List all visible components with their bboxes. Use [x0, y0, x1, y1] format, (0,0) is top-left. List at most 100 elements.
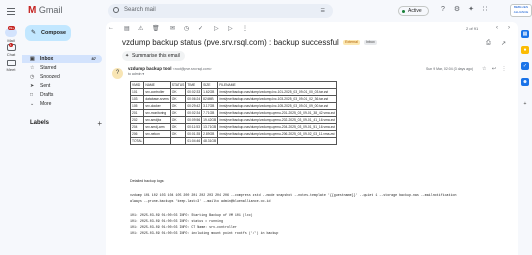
search-icon[interactable]	[113, 7, 119, 13]
table-cell: /mnt/pve/backup-nas/dump/vzdump-qemu-202…	[217, 116, 337, 124]
add-label-icon[interactable]: +	[97, 119, 102, 128]
log-line: 101: 2025-03-09 01:00:03 INFO: Starting …	[130, 213, 253, 217]
pager-text: 2 of 91	[466, 26, 479, 31]
contacts-icon[interactable]: ☻	[521, 78, 529, 86]
gmail-m-icon: M	[28, 5, 37, 16]
print-icon[interactable]: ⎙	[486, 40, 491, 47]
column-header: FILENAME	[217, 81, 337, 89]
inbox-count: 87	[91, 56, 96, 61]
compose-button[interactable]: ✎ Compose	[25, 25, 71, 41]
table-cell: 00:02:33	[185, 88, 203, 96]
snooze-icon[interactable]: ◷	[184, 25, 189, 32]
rail-meet[interactable]: Meet	[0, 60, 22, 72]
table-cell	[217, 137, 337, 145]
rail-chat[interactable]: 1 Chat	[0, 43, 22, 57]
older-chevron-icon[interactable]: ›	[508, 25, 510, 31]
table-cell: 19.42GB	[201, 116, 219, 124]
table-cell: OK	[169, 88, 187, 96]
reply-icon[interactable]: ↩	[492, 66, 498, 72]
rail-mail[interactable]: 99+ Mail	[0, 26, 22, 43]
nav-item-label: Inbox	[40, 56, 54, 62]
table-cell: srv-controller	[143, 88, 171, 96]
send-icon: ➤	[30, 83, 35, 89]
get-addons-icon[interactable]: +	[521, 100, 529, 108]
log-line-text: always --prune-backups 'keep-last=3' --m…	[130, 199, 271, 203]
search-options-icon[interactable]: ☰	[321, 8, 325, 14]
nav-item-label: Drafts	[40, 92, 54, 98]
inbox-label-tag[interactable]: Inbox	[364, 40, 377, 46]
table-cell: 00:29:42	[185, 102, 203, 110]
table-cell: OK	[169, 130, 187, 138]
search-input[interactable]: Search mail	[124, 7, 156, 13]
gmail-logo[interactable]: M Gmail	[28, 5, 62, 16]
apps-grid-icon[interactable]: ∷	[481, 6, 489, 14]
table-cell: 103	[129, 95, 145, 103]
add-task-icon[interactable]: ✓	[198, 25, 203, 32]
nav-item-more[interactable]: ⌄ More	[22, 100, 102, 108]
table-cell: 105	[129, 102, 145, 110]
status-dropdown[interactable]: Active	[398, 6, 429, 16]
column-header: TIME	[185, 81, 203, 89]
table-cell: /mnt/pve/backup-nas/dump/vzdump-lxc-101-…	[217, 88, 337, 96]
mark-unread-icon[interactable]: ✉	[170, 25, 175, 32]
table-cell	[143, 137, 171, 145]
move-to-icon[interactable]: ▷	[214, 25, 219, 32]
table-cell: 00:06:24	[185, 95, 203, 103]
nav-item-label: More	[40, 101, 52, 107]
label-icon[interactable]: ▷	[228, 25, 233, 32]
main-menu-button[interactable]	[7, 8, 15, 17]
nav-item-drafts[interactable]: □ Drafts	[22, 91, 102, 99]
rail-chat-label: Chat	[6, 52, 16, 57]
table-row: 103 database-srvms OK 00:06:24 824MB/mnt/pve…	[129, 95, 337, 103]
help-icon[interactable]: ?	[439, 6, 447, 14]
more-vertical-icon[interactable]: ⋮	[501, 66, 508, 72]
nav-item-label: Starred	[40, 65, 57, 71]
sender-name[interactable]: vzdump backup tool	[128, 66, 172, 71]
table-cell: 101	[129, 88, 145, 96]
open-new-window-icon[interactable]: ↗	[501, 40, 506, 47]
summarise-button[interactable]: Summarise this email	[122, 51, 185, 61]
tasks-icon[interactable]: ✓	[521, 62, 529, 70]
table-cell: /mnt/pve/backup-nas/dump/vzdump-qemu-201…	[217, 109, 337, 117]
log-line: always --prune-backups 'keep-last=3' --m…	[130, 199, 270, 203]
draft-icon: □	[30, 92, 34, 98]
table-cell: OK	[169, 95, 187, 103]
external-tag: External	[343, 40, 360, 46]
recipient-details-toggle[interactable]: to admin ▾	[128, 72, 144, 76]
table-cell: 1.62GB	[201, 88, 219, 96]
more-vertical-icon[interactable]: ⋮	[242, 25, 248, 32]
table-cell: /mnt/pve/backup-nas/dump/vzdump-lxc-103-…	[217, 95, 337, 103]
compose-label: Compose	[41, 30, 67, 36]
star-icon[interactable]: ☆	[482, 66, 488, 72]
keep-icon[interactable]: ●	[521, 46, 529, 54]
nav-item-inbox[interactable]: ▣ Inbox 87	[22, 55, 102, 63]
table-header-row: VMID NAME STATUS TIME SIZE FILENAME	[129, 81, 337, 89]
nav-item-snoozed[interactable]: ◷ Snoozed	[22, 73, 102, 81]
archive-icon[interactable]: ▤	[124, 25, 130, 32]
table-cell: 01:04:46	[185, 137, 203, 145]
log-line: 101: 2025-03-09 01:00:03 INFO: status = …	[130, 219, 223, 223]
backup-status-table: VMID NAME STATUS TIME SIZE FILENAME 101 s…	[129, 81, 337, 145]
back-arrow-icon[interactable]: ←	[108, 25, 114, 31]
settings-gear-icon[interactable]: ⚙	[453, 6, 461, 14]
column-header: NAME	[143, 81, 171, 89]
video-icon	[6, 60, 16, 66]
search-bar[interactable]: Search mail ☰	[108, 4, 333, 18]
log-line: vzdump 101 102 103 104 105 200 201 202 2…	[130, 193, 457, 197]
table-cell: srv-smdj-arm	[143, 123, 171, 131]
newer-chevron-icon[interactable]: ‹	[496, 25, 498, 31]
organisation-logo[interactable]: BEBLUEN ALLIANCE	[510, 4, 532, 17]
nav-item-label: Sent	[40, 83, 51, 89]
table-cell: 00:09:56	[185, 116, 203, 124]
nav-item-sent[interactable]: ➤ Sent	[22, 82, 102, 90]
report-spam-icon[interactable]: ⚠	[138, 25, 143, 32]
nav-item-starred[interactable]: ☆ Starred	[22, 64, 102, 72]
gemini-icon[interactable]: ✦	[467, 6, 475, 14]
labels-heading: Labels	[30, 120, 50, 126]
delete-icon[interactable]: 🗑	[152, 25, 160, 32]
calendar-icon[interactable]: ▦	[521, 30, 529, 38]
sender-avatar[interactable]: ?	[112, 68, 123, 79]
column-header: SIZE	[201, 81, 219, 89]
table-cell: srv-monitoring	[143, 109, 171, 117]
table-row: 202 srv-smdjbz OK 00:09:56 19.42GB/mnt/pve/b…	[129, 116, 337, 124]
